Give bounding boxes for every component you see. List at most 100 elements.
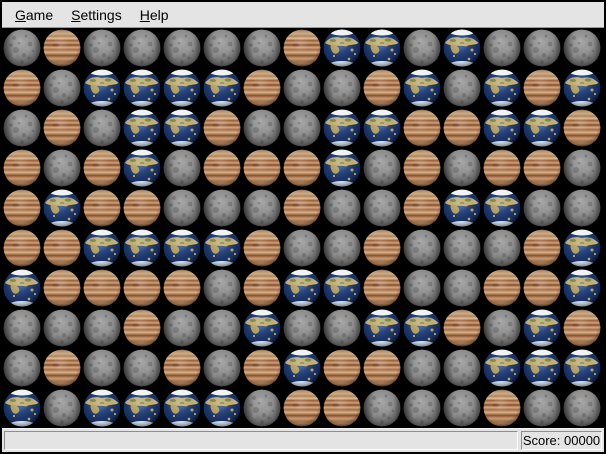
ball-earth[interactable] <box>562 268 602 308</box>
ball-moon[interactable] <box>402 348 442 388</box>
ball-moon[interactable] <box>82 108 122 148</box>
ball-jupiter[interactable] <box>402 188 442 228</box>
ball-earth[interactable] <box>282 268 322 308</box>
ball-moon[interactable] <box>42 388 82 428</box>
ball-moon[interactable] <box>442 268 482 308</box>
ball-moon[interactable] <box>282 308 322 348</box>
ball-earth[interactable] <box>122 388 162 428</box>
ball-earth[interactable] <box>282 348 322 388</box>
ball-moon[interactable] <box>482 228 522 268</box>
ball-earth[interactable] <box>562 348 602 388</box>
ball-moon[interactable] <box>522 28 562 68</box>
ball-jupiter[interactable] <box>82 148 122 188</box>
ball-earth[interactable] <box>202 68 242 108</box>
ball-jupiter[interactable] <box>122 188 162 228</box>
ball-moon[interactable] <box>82 348 122 388</box>
ball-moon[interactable] <box>162 188 202 228</box>
ball-moon[interactable] <box>162 148 202 188</box>
ball-moon[interactable] <box>282 108 322 148</box>
ball-jupiter[interactable] <box>242 68 282 108</box>
ball-moon[interactable] <box>2 28 42 68</box>
ball-moon[interactable] <box>362 148 402 188</box>
ball-earth[interactable] <box>402 308 442 348</box>
ball-moon[interactable] <box>402 28 442 68</box>
ball-jupiter[interactable] <box>42 268 82 308</box>
ball-moon[interactable] <box>442 148 482 188</box>
ball-earth[interactable] <box>2 268 42 308</box>
menu-game[interactable]: Game <box>6 4 62 26</box>
ball-jupiter[interactable] <box>522 148 562 188</box>
ball-moon[interactable] <box>402 268 442 308</box>
ball-jupiter[interactable] <box>42 28 82 68</box>
ball-moon[interactable] <box>242 188 282 228</box>
ball-earth[interactable] <box>482 108 522 148</box>
ball-moon[interactable] <box>562 28 602 68</box>
ball-jupiter[interactable] <box>202 148 242 188</box>
ball-moon[interactable] <box>242 28 282 68</box>
ball-earth[interactable] <box>402 68 442 108</box>
ball-earth[interactable] <box>522 108 562 148</box>
ball-jupiter[interactable] <box>322 388 362 428</box>
ball-moon[interactable] <box>282 228 322 268</box>
ball-moon[interactable] <box>42 308 82 348</box>
ball-moon[interactable] <box>162 308 202 348</box>
ball-jupiter[interactable] <box>42 348 82 388</box>
ball-moon[interactable] <box>442 388 482 428</box>
ball-jupiter[interactable] <box>42 108 82 148</box>
ball-earth[interactable] <box>482 68 522 108</box>
ball-jupiter[interactable] <box>162 268 202 308</box>
ball-moon[interactable] <box>322 308 362 348</box>
ball-moon[interactable] <box>562 188 602 228</box>
ball-jupiter[interactable] <box>282 188 322 228</box>
menu-settings[interactable]: Settings <box>62 4 131 26</box>
ball-moon[interactable] <box>322 188 362 228</box>
ball-moon[interactable] <box>402 388 442 428</box>
ball-jupiter[interactable] <box>242 148 282 188</box>
ball-jupiter[interactable] <box>482 388 522 428</box>
ball-moon[interactable] <box>162 28 202 68</box>
ball-jupiter[interactable] <box>242 228 282 268</box>
ball-earth[interactable] <box>122 228 162 268</box>
ball-jupiter[interactable] <box>82 268 122 308</box>
ball-earth[interactable] <box>482 348 522 388</box>
ball-moon[interactable] <box>482 308 522 348</box>
ball-jupiter[interactable] <box>82 188 122 228</box>
ball-jupiter[interactable] <box>562 308 602 348</box>
ball-jupiter[interactable] <box>402 148 442 188</box>
ball-jupiter[interactable] <box>282 148 322 188</box>
ball-jupiter[interactable] <box>362 68 402 108</box>
ball-earth[interactable] <box>322 148 362 188</box>
ball-moon[interactable] <box>122 28 162 68</box>
ball-earth[interactable] <box>362 308 402 348</box>
ball-earth[interactable] <box>322 28 362 68</box>
ball-earth[interactable] <box>82 68 122 108</box>
ball-earth[interactable] <box>122 68 162 108</box>
ball-jupiter[interactable] <box>2 188 42 228</box>
ball-moon[interactable] <box>122 348 162 388</box>
ball-earth[interactable] <box>42 188 82 228</box>
ball-earth[interactable] <box>442 28 482 68</box>
ball-earth[interactable] <box>362 28 402 68</box>
ball-jupiter[interactable] <box>122 308 162 348</box>
ball-jupiter[interactable] <box>322 348 362 388</box>
ball-jupiter[interactable] <box>362 268 402 308</box>
ball-earth[interactable] <box>482 188 522 228</box>
ball-moon[interactable] <box>562 388 602 428</box>
ball-moon[interactable] <box>322 68 362 108</box>
ball-jupiter[interactable] <box>442 308 482 348</box>
ball-earth[interactable] <box>162 108 202 148</box>
ball-moon[interactable] <box>2 348 42 388</box>
ball-jupiter[interactable] <box>202 108 242 148</box>
ball-moon[interactable] <box>42 148 82 188</box>
ball-earth[interactable] <box>442 188 482 228</box>
ball-jupiter[interactable] <box>402 108 442 148</box>
ball-earth[interactable] <box>242 308 282 348</box>
ball-jupiter[interactable] <box>282 388 322 428</box>
ball-earth[interactable] <box>82 228 122 268</box>
ball-earth[interactable] <box>82 388 122 428</box>
ball-moon[interactable] <box>202 188 242 228</box>
ball-earth[interactable] <box>2 388 42 428</box>
ball-moon[interactable] <box>202 28 242 68</box>
ball-moon[interactable] <box>522 188 562 228</box>
ball-moon[interactable] <box>82 28 122 68</box>
